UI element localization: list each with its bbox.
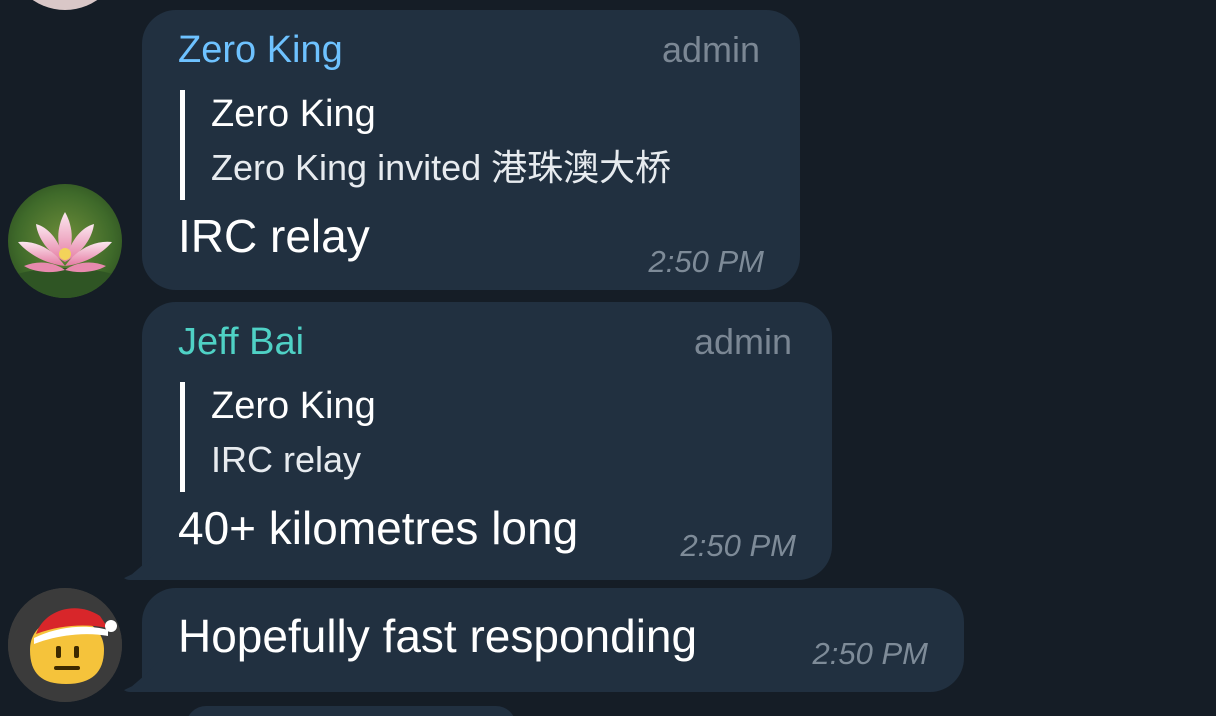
message-text: Hopefully fast responding: [178, 610, 698, 662]
lotus-flower-avatar[interactable]: [8, 184, 122, 298]
reply-author: Zero King: [211, 93, 376, 135]
message-text: IRC relay: [178, 210, 370, 262]
chat-window: Zero King admin Zero King Zero King invi…: [0, 0, 1216, 716]
message-time: 2:50 PM: [648, 244, 764, 279]
sender-name[interactable]: Jeff Bai: [178, 320, 304, 364]
admin-badge: admin: [693, 321, 792, 362]
reply-author: Zero King: [211, 385, 376, 427]
message-time: 2:50 PM: [812, 636, 928, 671]
reply-quote[interactable]: Zero King Zero King invited 港珠澳大桥: [180, 90, 671, 200]
admin-badge: admin: [661, 29, 760, 70]
reply-text: Zero King invited 港珠澳大桥: [211, 147, 672, 188]
reply-quote[interactable]: Zero King IRC relay: [180, 382, 376, 492]
sender-name[interactable]: Zero King: [178, 28, 343, 72]
message-bubble-zero-king[interactable]: Zero King admin Zero King Zero King invi…: [142, 10, 800, 290]
next-message-bubble-partial[interactable]: [186, 706, 516, 716]
lotus-flower-icon: [8, 184, 122, 298]
reply-text: IRC relay: [211, 439, 362, 480]
message-time: 2:50 PM: [680, 528, 796, 563]
partial-avatar-top[interactable]: [8, 0, 122, 10]
message-bubble-jeff-bai[interactable]: Jeff Bai admin Zero King IRC relay 40+ k…: [142, 302, 832, 580]
message-text: 40+ kilometres long: [178, 502, 579, 554]
santa-hat-emoji-avatar[interactable]: [8, 588, 122, 702]
santa-hat-emoji-icon: [8, 588, 122, 702]
message-bubble-self-reply[interactable]: Hopefully fast responding 2:50 PM: [142, 588, 964, 692]
